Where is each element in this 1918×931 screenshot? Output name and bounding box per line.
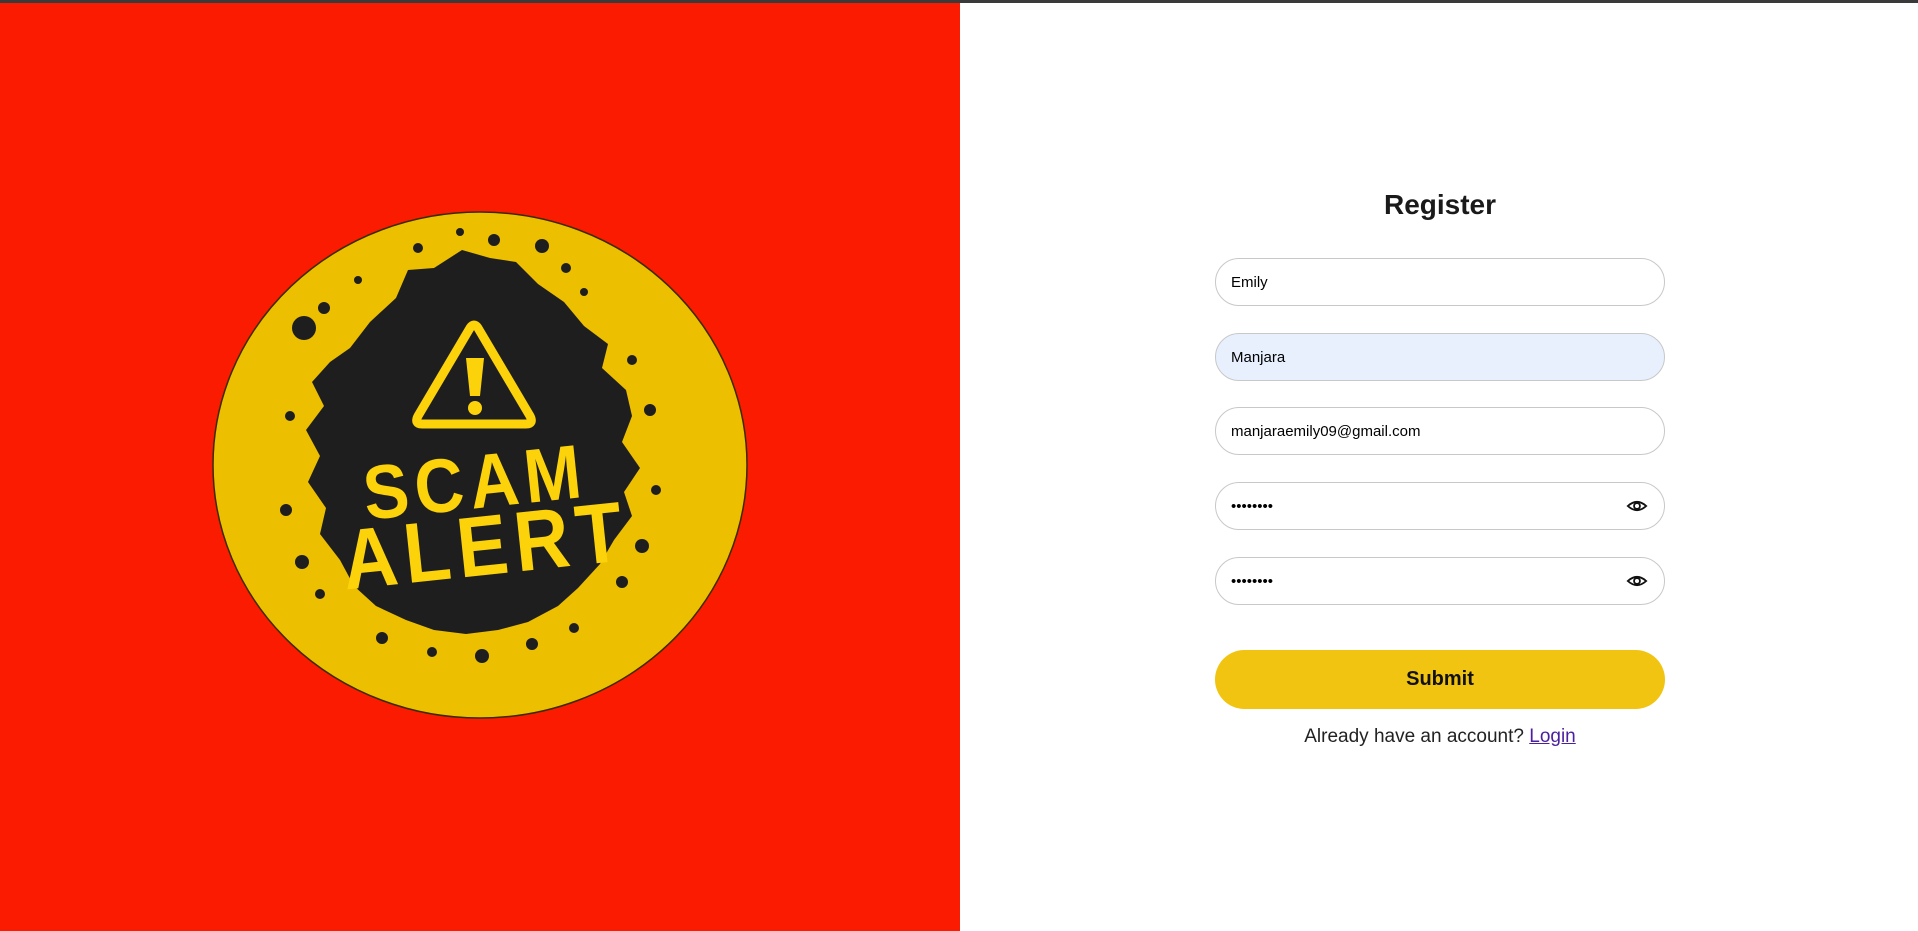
eye-icon[interactable] (1626, 571, 1648, 591)
email-field-wrapper (1215, 407, 1665, 455)
first-name-input[interactable] (1231, 259, 1631, 305)
brand-panel: SCAM ALERT (0, 3, 960, 931)
login-prompt-text: Already have an account? (1304, 726, 1524, 747)
register-panel: Register Emily Manjara manjaraemily09@gm… (960, 3, 1918, 931)
first-name-field-wrapper (1215, 258, 1665, 306)
last-name-field-wrapper (1215, 333, 1665, 381)
eye-icon[interactable] (1626, 496, 1648, 516)
confirm-password-input[interactable] (1231, 558, 1631, 604)
page-title: Register (1383, 189, 1497, 220)
login-prompt: Already have an account? Login (1215, 726, 1665, 748)
last-name-input[interactable] (1231, 334, 1631, 380)
email-input[interactable] (1231, 408, 1631, 454)
password-input[interactable] (1231, 483, 1631, 529)
password-field-wrapper (1215, 482, 1665, 530)
login-link[interactable]: Login (1529, 726, 1576, 747)
confirm-password-field-wrapper (1215, 557, 1665, 605)
scam-alert-logo: SCAM ALERT (212, 210, 748, 720)
submit-button[interactable]: Submit (1215, 650, 1665, 709)
